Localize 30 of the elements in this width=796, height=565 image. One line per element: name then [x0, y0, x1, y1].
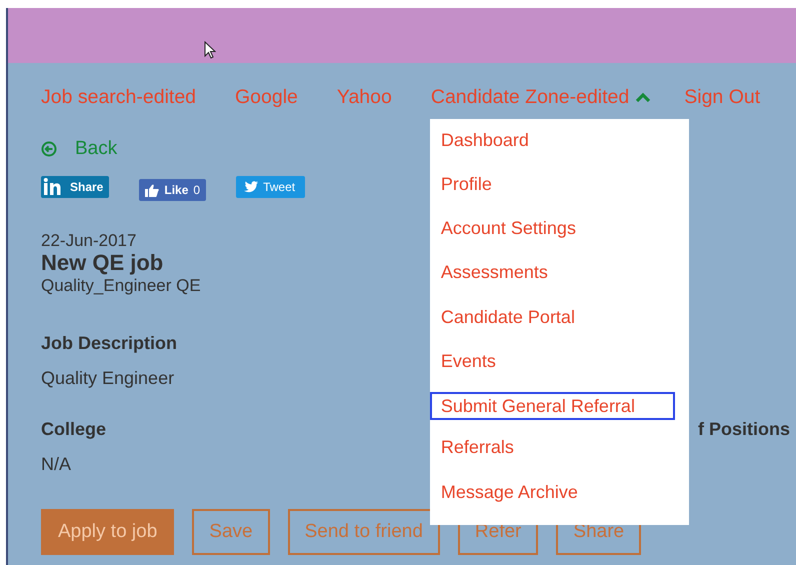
facebook-like-button[interactable]: Like 0 — [139, 179, 206, 201]
cursor-icon — [204, 41, 216, 59]
thumbs-up-icon — [145, 184, 160, 196]
section-value: Quality Engineer — [41, 368, 174, 389]
menu-item[interactable]: Dashboard — [430, 128, 689, 173]
menu-item[interactable]: Candidate Portal — [430, 306, 689, 350]
menu-item[interactable]: Assessments — [430, 261, 689, 306]
chevron-up-icon[interactable] — [635, 91, 652, 103]
menu-item[interactable]: Submit General Referral — [430, 392, 675, 420]
nav-link[interactable]: Google — [235, 86, 298, 108]
menu-item[interactable]: Events — [430, 350, 689, 394]
menu-item[interactable]: Referrals — [430, 436, 689, 481]
nav-link[interactable]: Sign Out — [684, 86, 760, 108]
tweet-button[interactable]: Tweet — [236, 176, 306, 198]
job-date: 22-Jun-2017 — [41, 231, 136, 250]
menu-item[interactable]: Account Settings — [430, 217, 689, 262]
nav-link[interactable]: Yahoo — [336, 86, 392, 108]
nav-link[interactable]: Candidate Zone-edited — [430, 86, 630, 108]
job-subtitle: Quality_Engineer QE — [41, 275, 201, 297]
linkedin-share-button[interactable]: Share — [41, 176, 110, 198]
section-heading: f Positions — [698, 419, 791, 440]
menu-item[interactable]: Profile — [430, 172, 689, 218]
section-heading: College — [41, 419, 106, 440]
back-link[interactable]: Back — [75, 138, 118, 160]
section-value: N/A — [41, 454, 72, 475]
job-title: New QE job — [41, 250, 164, 275]
bird-icon — [244, 181, 258, 193]
nav-link[interactable]: Job search-edited — [41, 86, 196, 108]
section-heading: Job Description — [41, 333, 178, 354]
action-button[interactable]: Apply to job — [41, 509, 174, 555]
